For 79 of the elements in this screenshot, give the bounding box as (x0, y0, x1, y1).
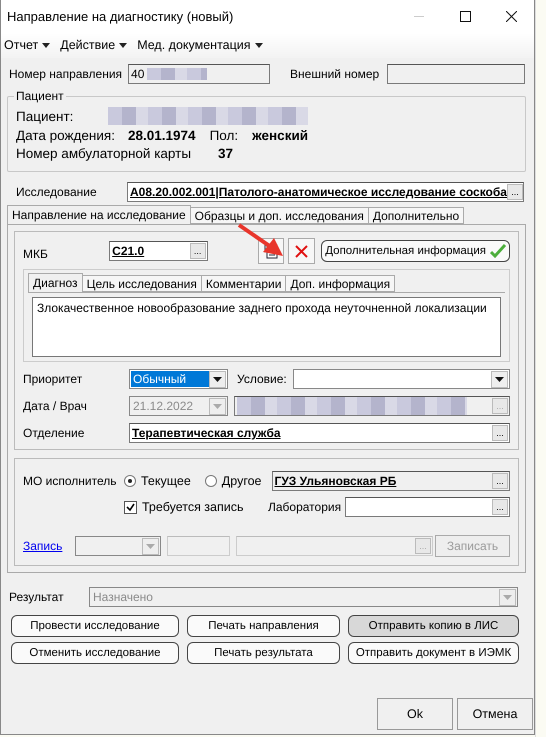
browse-button[interactable]: ... (492, 425, 508, 441)
radio-option[interactable]: Текущее (124, 474, 191, 488)
delete-button[interactable] (288, 238, 316, 264)
dropdown-button[interactable] (209, 370, 226, 388)
radio-option[interactable]: Другое (204, 474, 262, 488)
blurred-area (147, 68, 208, 80)
input-field[interactable]: A08.20.002.001|Патолого-анатомическое исследование соскоба ... (127, 182, 524, 202)
input-field[interactable]: Терапевтическая служба ... (129, 423, 510, 443)
checkbox-option[interactable]: Требуется запись (124, 500, 268, 514)
browse-button[interactable]: ... (506, 184, 523, 200)
menu-item[interactable]: Действие (60, 38, 128, 52)
field-label: Номер направления (9, 67, 122, 81)
input-field[interactable]: 40 (128, 64, 270, 84)
input-field[interactable] (387, 64, 526, 84)
tab[interactable]: Доп. информация (285, 275, 396, 292)
input-field[interactable] (167, 536, 230, 556)
tab[interactable]: Дополнительно (368, 207, 464, 224)
action-button[interactable]: Провести исследование (11, 615, 179, 637)
field-label: Приоритет (23, 372, 84, 386)
tab[interactable]: Направление на исследование (7, 205, 191, 224)
delete-icon (295, 244, 308, 258)
action-button[interactable]: Отменить исследование (11, 642, 179, 664)
field-label: Лаборатория (268, 500, 342, 514)
card-number: 37 (218, 146, 234, 161)
field-label: МКБ (23, 247, 49, 261)
dialog-button[interactable]: Отмена (457, 698, 533, 730)
input-field[interactable]: C21.0 ... (109, 241, 208, 261)
tab[interactable]: Комментарии (200, 275, 286, 292)
field-label: Пол: (210, 128, 238, 143)
action-button[interactable]: Печать направления (187, 615, 340, 637)
additional-info-button[interactable]: Дополнительная информация (321, 240, 510, 262)
dropdown-arrow-icon (495, 376, 504, 382)
close-icon (506, 10, 516, 22)
browse-button[interactable]: ... (492, 499, 508, 515)
dropdown-arrow-icon (503, 594, 512, 600)
diagnosis-text-area[interactable]: Злокачественное новообразование заднего прохода неуточненной локализации (32, 297, 501, 357)
annotation-arrow (237, 223, 285, 257)
caret-icon (119, 42, 128, 48)
dropdown-button[interactable] (491, 370, 508, 388)
dropdown-arrow-icon (146, 544, 155, 548)
field-label: Результат (9, 590, 65, 604)
caret-icon (254, 42, 263, 48)
dropdown-arrow-icon (213, 376, 222, 382)
menu-item[interactable]: Мед. документация (137, 38, 263, 52)
radio-button[interactable] (204, 475, 217, 487)
action-button[interactable]: Отправить копию в ЛИС (348, 615, 519, 637)
browse-button[interactable]: ... (492, 473, 508, 489)
field-label: МО исполнитель (23, 474, 118, 488)
caret-icon (42, 42, 50, 48)
field-label: Номер амбулаторной карты (16, 146, 192, 161)
tab[interactable]: Диагноз (28, 273, 83, 292)
group-title: Пациент (14, 89, 66, 103)
input-field[interactable]: ГУЗ Ульяновская РБ ... (272, 471, 510, 491)
radio-button[interactable] (124, 475, 136, 487)
tab[interactable]: Цель исследования (82, 275, 202, 292)
menu-item[interactable]: Отчет (4, 38, 50, 52)
action-button[interactable]: Отправить документ в ИЭМК (348, 642, 519, 664)
field-label: Внешний номер (290, 67, 380, 81)
field-label: Дата рождения: (16, 128, 116, 143)
field-label: Пациент: (16, 108, 74, 124)
dropdown-field[interactable]: Обычный (129, 369, 228, 389)
dropdown-arrow-icon (213, 404, 222, 408)
dropdown-field[interactable] (292, 369, 510, 389)
field-label: Дата / Врач (23, 399, 88, 413)
window-title: Направление на диагностику (новый) (7, 8, 234, 24)
dropdown-field[interactable] (75, 536, 161, 556)
input-field[interactable]: ... (345, 497, 510, 517)
checkbox[interactable] (124, 500, 137, 514)
action-button[interactable]: Печать результата (187, 642, 340, 664)
tab[interactable]: Образцы и доп. исследования (190, 207, 369, 224)
sex-value: женский (252, 128, 308, 143)
birth-date: 28.01.1974 (128, 128, 196, 143)
maximize-icon (460, 10, 470, 22)
field-label: Отделение (23, 426, 86, 440)
browse-button[interactable]: ... (190, 243, 206, 259)
field-label: Условие: (237, 372, 287, 386)
check-icon (126, 502, 135, 512)
field-label: Исследование (16, 185, 98, 199)
dialog-button[interactable]: Ok (377, 698, 453, 730)
